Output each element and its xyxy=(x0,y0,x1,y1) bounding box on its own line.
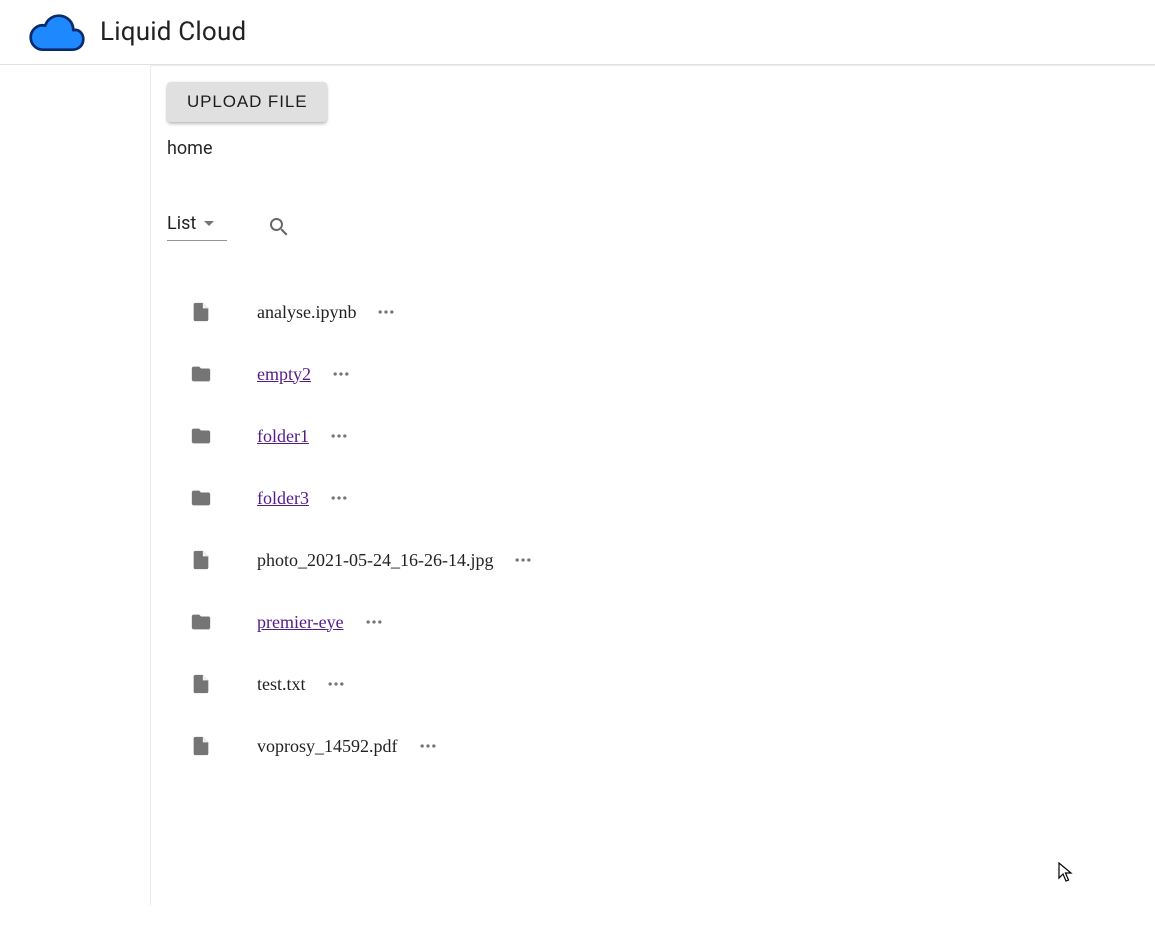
row-more-button[interactable] xyxy=(414,732,442,760)
folder-icon xyxy=(189,610,213,634)
file-name: analyse.ipynb xyxy=(257,302,356,323)
file-name: test.txt xyxy=(257,674,306,695)
file-row: voprosy_14592.pdf xyxy=(167,715,1155,777)
cloud-logo-icon xyxy=(28,12,86,52)
more-horiz-icon xyxy=(364,612,384,632)
view-mode-label: List xyxy=(167,213,196,234)
main-panel: Upload File home List analyse.ipynb empty… xyxy=(150,65,1155,905)
folder-link[interactable]: empty2 xyxy=(257,364,311,385)
app-title: Liquid Cloud xyxy=(100,17,246,47)
more-horiz-icon xyxy=(329,426,349,446)
folder-icon xyxy=(189,362,213,386)
file-list: analyse.ipynb empty2 folder1 folder3 photo_2… xyxy=(167,281,1155,777)
row-more-button[interactable] xyxy=(325,422,353,450)
breadcrumb-home[interactable]: home xyxy=(167,138,1155,159)
row-more-button[interactable] xyxy=(360,608,388,636)
view-mode-select[interactable]: List xyxy=(167,213,227,241)
row-more-button[interactable] xyxy=(322,670,350,698)
file-icon xyxy=(189,300,213,324)
upload-button[interactable]: Upload File xyxy=(167,82,327,122)
file-icon xyxy=(189,548,213,572)
file-row: folder1 xyxy=(167,405,1155,467)
folder-link[interactable]: premier-eye xyxy=(257,612,344,633)
search-icon xyxy=(267,215,291,239)
file-row: photo_2021-05-24_16-26-14.jpg xyxy=(167,529,1155,591)
more-horiz-icon xyxy=(329,488,349,508)
file-row: folder3 xyxy=(167,467,1155,529)
mouse-cursor-icon xyxy=(1058,862,1074,884)
file-row: test.txt xyxy=(167,653,1155,715)
folder-icon xyxy=(189,486,213,510)
folder-link[interactable]: folder1 xyxy=(257,426,309,447)
folder-link[interactable]: folder3 xyxy=(257,488,309,509)
row-more-button[interactable] xyxy=(325,484,353,512)
more-horiz-icon xyxy=(376,302,396,322)
more-horiz-icon xyxy=(326,674,346,694)
more-horiz-icon xyxy=(513,550,533,570)
row-more-button[interactable] xyxy=(509,546,537,574)
folder-icon xyxy=(189,424,213,448)
more-horiz-icon xyxy=(418,736,438,756)
file-row: premier-eye xyxy=(167,591,1155,653)
file-icon xyxy=(189,672,213,696)
row-more-button[interactable] xyxy=(372,298,400,326)
toolbar: List xyxy=(167,211,1155,243)
row-more-button[interactable] xyxy=(327,360,355,388)
file-icon xyxy=(189,734,213,758)
chevron-down-icon xyxy=(204,221,214,226)
file-name: photo_2021-05-24_16-26-14.jpg xyxy=(257,550,493,571)
search-button[interactable] xyxy=(263,211,295,243)
file-name: voprosy_14592.pdf xyxy=(257,736,398,757)
file-row: empty2 xyxy=(167,343,1155,405)
app-header: Liquid Cloud xyxy=(0,0,1155,65)
file-row: analyse.ipynb xyxy=(167,281,1155,343)
more-horiz-icon xyxy=(331,364,351,384)
